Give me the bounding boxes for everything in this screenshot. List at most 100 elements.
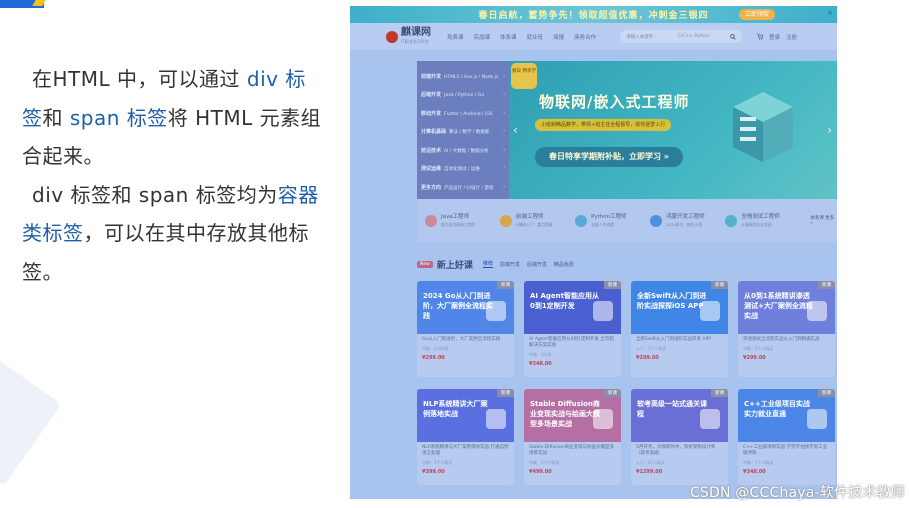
tab-frontend[interactable]: 前端开发 <box>500 261 520 268</box>
course-meta: 中级 · 1个人购买 <box>529 460 560 465</box>
search-icon[interactable] <box>730 33 736 40</box>
new-course-badge: 新课 <box>711 389 728 397</box>
logo-icon[interactable] <box>386 30 398 43</box>
chevron-right-icon: › <box>503 73 505 79</box>
banner-subtitle: 小班制精品教学，带领+班主任全程督导，助你逐梦入行 <box>535 119 672 131</box>
course-icon <box>807 301 827 321</box>
section-header: New 新上好课 推荐 前端开发 后端开发 精品免费 <box>417 253 837 275</box>
site-logo[interactable]: 麒课网 IT职业学习平台 <box>401 27 431 46</box>
side-menu-item[interactable]: 后端开发 Java / Python / Go › <box>417 86 509 105</box>
chevron-right-icon: › <box>503 129 505 135</box>
hero-banner[interactable]: 春日 特享学 ‹ 物联网/嵌入式工程师 小班制精品教学，带领+班主任全程督导，助… <box>509 61 837 199</box>
nav-item-business[interactable]: 商务合作 <box>574 33 596 41</box>
course-desc: 5月开考，大咖帮你冲，系统架构设计师（软考高级） <box>636 445 716 456</box>
cart-icon[interactable] <box>756 32 764 40</box>
category-item[interactable]: Python工程师 全能人才成就 <box>575 214 650 228</box>
new-course-badge: 新课 <box>818 281 835 289</box>
login-link[interactable]: 登录 <box>769 33 780 41</box>
register-link[interactable]: 注册 <box>786 33 797 41</box>
chevron-right-icon: › <box>503 184 505 190</box>
paragraph-1: 在HTML 中，可以通过 div 标签和 span 标签将 HTML 元素组合起… <box>22 67 322 168</box>
nav-item-brief[interactable]: 简报 <box>553 33 564 41</box>
side-decoration <box>0 358 62 486</box>
course-card[interactable]: 软考高级一站式通关课程 新课 5月开考，大咖帮你冲，系统架构设计师（软考高级） 入门 … <box>631 389 728 485</box>
category-item[interactable]: 前端工程师 0基础入门 · 重点提高 <box>500 214 575 228</box>
side-menu-item[interactable]: 前沿技术 AI / 大数据 / 数据分析 › <box>417 141 509 160</box>
explanation-text: 在HTML 中，可以通过 div 标签和 span 标签将 HTML 元素组合起… <box>22 60 322 291</box>
website-screenshot: 春日启航，蓄势争先！领取超值优惠，冲刺金三银四 立即领取 × 麒课网 IT职业学… <box>350 6 837 499</box>
promo-bar[interactable]: 春日启航，蓄势争先！领取超值优惠，冲刺金三银四 立即领取 × <box>350 6 837 23</box>
nav-account: 登录 注册 <box>756 32 797 41</box>
side-menu-item[interactable]: 更多方向 产品设计 / UI设计 / 游戏 › <box>417 178 509 197</box>
tab-free[interactable]: 精品免费 <box>554 261 574 268</box>
course-card[interactable]: C++工业级项目实战实力就业直通 新课 C++工业级项目实战 学完不怕找不到工业级项… <box>738 389 835 485</box>
section-title: 新上好课 <box>436 260 473 271</box>
side-menu-item[interactable]: 测试运维 自动化测试 / 运维 › <box>417 160 509 179</box>
new-course-badge: 新课 <box>497 281 514 289</box>
course-icon <box>486 409 506 429</box>
csdn-watermark: CSDN @CCChaya-软件技术教师 <box>689 485 905 501</box>
search-input[interactable]: 请输入关键字... C/C++ Python <box>620 30 743 43</box>
course-icon <box>700 409 720 429</box>
banner-cta-button[interactable]: 春日特享学期附补贴，立即学习 » <box>535 147 683 167</box>
isometric-illustration-icon <box>733 92 793 162</box>
chevron-right-icon[interactable]: › <box>827 123 832 137</box>
category-item[interactable]: Java工程师 助力成为高级工程师 <box>425 214 500 228</box>
course-card[interactable]: 从0到1系统精讲渗透测试+大厂案例全流程实战 新课 渗透测试全流程实战从入门到精通实… <box>738 281 835 377</box>
category-side-menu: 前端开发 HTML5 / Vue.js / Node.js › 后端开发 Java / … <box>417 61 509 199</box>
chevron-left-icon[interactable]: ‹ <box>513 123 518 137</box>
banner-badge: 春日 特享学 <box>511 63 537 89</box>
course-icon <box>593 301 613 321</box>
side-menu-item[interactable]: 移动开发 Flutter / Android / iOS › <box>417 104 509 123</box>
course-card[interactable]: AI Agent智能应用从0到1定制开发 新课 AI Agent智能应用从0到1定制… <box>524 281 621 377</box>
course-card[interactable]: 2024 Go从入门到进阶，大厂案例全流程实践 新课 Go从入门到进阶，大厂案例全流… <box>417 281 514 377</box>
nav-item-practice[interactable]: 实战课 <box>474 33 491 41</box>
tab-recommend[interactable]: 推荐 <box>482 260 493 268</box>
course-card[interactable]: Stable Diffusion商业变现实战与绘画大模型多场景实战 新课 Stabl… <box>524 389 621 485</box>
course-price: ¥348.00 <box>743 469 766 475</box>
chevron-right-icon: › <box>503 92 505 98</box>
category-icon <box>575 214 588 227</box>
course-grid: 2024 Go从入门到进阶，大厂案例全流程实践 新课 Go从入门到进阶，大厂案例全流… <box>417 281 837 485</box>
chevron-right-icon: › <box>503 166 505 172</box>
course-desc: AI Agent智能应用从0到1定制开发 全流程解决方案实践 <box>529 337 614 348</box>
new-course-badge: 新课 <box>604 389 621 397</box>
course-cover: C++工业级项目实战实力就业直通 新课 <box>738 389 835 442</box>
course-card[interactable]: 全新Swift从入门到进阶实战探探iOS APP 新课 全新Swift从入门到进阶实… <box>631 281 728 377</box>
nav-item-job[interactable]: 就业班 <box>527 33 544 41</box>
new-course-badge: 新课 <box>711 281 728 289</box>
course-price: ¥348.00 <box>529 361 552 367</box>
course-desc: C++工业级项目实战 学完不怕找不到工业级项目 <box>743 445 828 456</box>
new-course-badge: 新课 <box>497 389 514 397</box>
course-meta: 中级 · 1个人购买 <box>743 460 774 465</box>
course-cover: 2024 Go从入门到进阶，大厂案例全流程实践 新课 <box>417 281 514 334</box>
side-menu-item[interactable]: 前端开发 HTML5 / Vue.js / Node.js › <box>417 67 509 86</box>
tab-backend[interactable]: 后端开发 <box>527 261 547 268</box>
category-item[interactable]: 全栈测试工程师 从基础到企业实战 <box>725 214 800 228</box>
course-price: ¥1299.00 <box>636 469 663 475</box>
more-categories-link[interactable]: 体系课 更多 » <box>810 215 837 226</box>
promo-text: 春日启航，蓄势争先！领取超值优惠，冲刺金三银四 <box>478 11 709 21</box>
course-card[interactable]: NLP系统精讲大厂案例落地实战 新课 NLP系统精讲与大厂案例落地实战 打通自然语言… <box>417 389 514 485</box>
course-price: ¥399.00 <box>422 469 445 475</box>
category-icon <box>500 214 513 227</box>
nav-item-system[interactable]: 体系课 <box>500 33 517 41</box>
category-icon <box>725 214 738 227</box>
category-item[interactable]: 鸿蒙开发工程师 2024风口 · 抢先入局 <box>650 214 725 228</box>
category-bar: Java工程师 助力成为高级工程师 前端工程师 0基础入门 · 重点提高 Python工… <box>417 199 837 242</box>
close-icon[interactable]: × <box>827 9 833 17</box>
new-badge: New <box>417 260 433 268</box>
course-icon <box>807 409 827 429</box>
side-menu-item[interactable]: 计算机基础 算法 / 数学 / 数据库 › <box>417 123 509 142</box>
hero-area: 前端开发 HTML5 / Vue.js / Node.js › 后端开发 Java / … <box>417 61 837 242</box>
course-desc: Go从入门到进阶，大厂案例全流程实践 <box>422 337 501 342</box>
course-meta: 中级 · 1个人购买 <box>422 460 453 465</box>
course-desc: 渗透测试全流程实战从入门到精通实战 <box>743 337 820 342</box>
nav-item-free[interactable]: 免费课 <box>447 33 464 41</box>
course-icon <box>700 301 720 321</box>
course-price: ¥499.00 <box>529 469 552 475</box>
banner-title: 物联网/嵌入式工程师 <box>539 93 690 111</box>
chevron-right-icon: › <box>503 147 505 153</box>
course-meta: 中级 · 2小时前 <box>422 346 449 351</box>
promo-claim-button[interactable]: 立即领取 <box>738 9 775 20</box>
